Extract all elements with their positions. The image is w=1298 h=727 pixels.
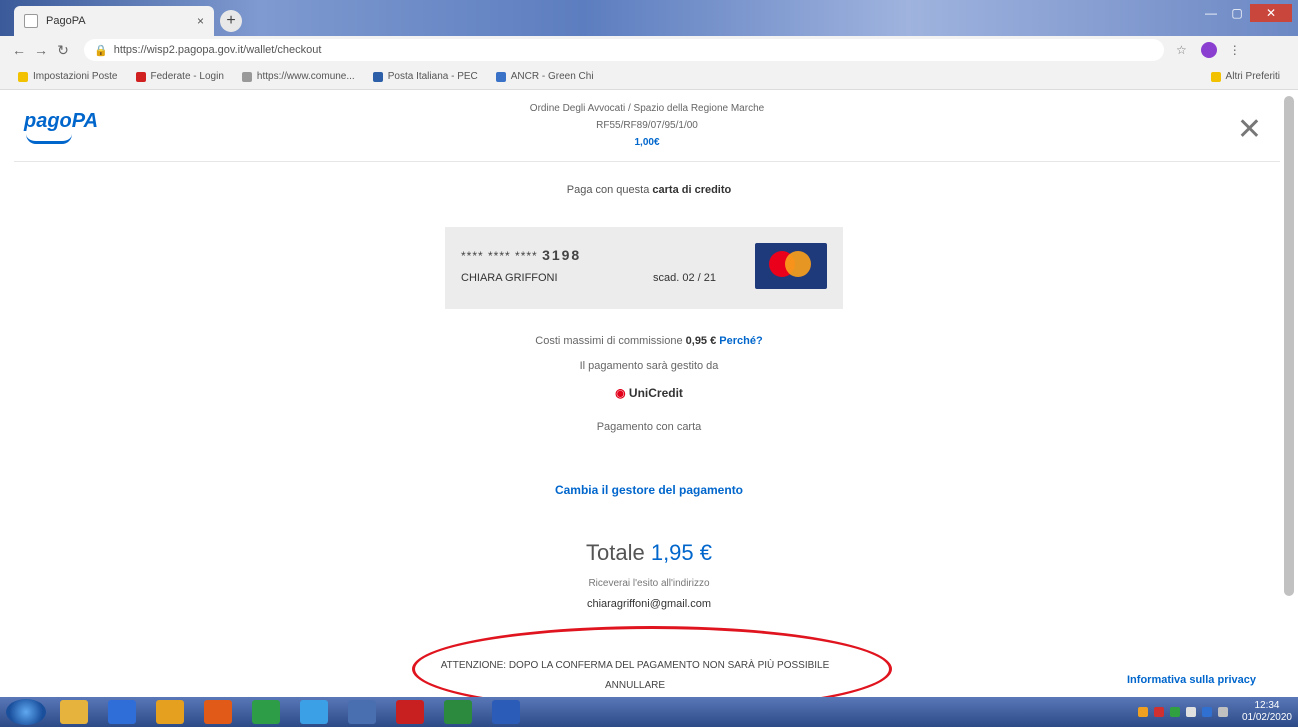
folder-icon[interactable] xyxy=(156,700,184,724)
privacy-link[interactable]: Informativa sulla privacy xyxy=(1127,674,1256,686)
reload-icon[interactable]: ↻ xyxy=(52,42,74,59)
bookmark-favicon-icon xyxy=(18,71,28,82)
tray-icon[interactable] xyxy=(1169,707,1180,717)
system-tray: 12:34 01/02/2020 xyxy=(1132,700,1292,724)
browser-tab[interactable]: PagoPA × xyxy=(14,6,214,36)
bookmark-item[interactable]: Impostazioni Poste xyxy=(18,71,118,82)
mastercard-yellow-circle xyxy=(785,251,811,277)
browser-toolbar: ← → ↻ 🔒 https://wisp2.pagopa.gov.it/wall… xyxy=(0,36,1298,64)
card-holder: CHIARA GRIFFONI xyxy=(461,272,558,284)
pay-with-prefix: Paga con questa xyxy=(566,184,650,196)
payment-method-text: Pagamento con carta xyxy=(596,421,702,433)
window-close-icon[interactable]: ✕ xyxy=(1250,4,1292,22)
other-bookmarks-label: Altri Preferiti xyxy=(1225,71,1280,82)
start-button[interactable] xyxy=(6,699,46,725)
volume-icon[interactable] xyxy=(1217,707,1228,717)
total-label: Totale xyxy=(585,540,645,565)
card-number: **** **** **** 3198 xyxy=(461,247,581,263)
bookmark-label: https://www.comune... xyxy=(256,71,355,82)
commission-value: 0,95 € xyxy=(685,335,717,347)
forward-arrow-icon[interactable]: → xyxy=(30,42,52,58)
page-favicon-icon xyxy=(24,14,38,28)
total-amount: 1,95 € xyxy=(650,540,712,565)
mastercard-icon xyxy=(755,243,827,289)
windows-taskbar: 12:34 01/02/2020 xyxy=(0,697,1298,727)
why-link[interactable]: Perché? xyxy=(719,335,762,347)
change-manager-link[interactable]: Cambia il gestore del pagamento xyxy=(0,483,1298,497)
commission-label: Costi massimi di commissione xyxy=(535,335,683,347)
pay-with-method: carta di credito xyxy=(652,184,732,196)
firefox-icon[interactable] xyxy=(204,700,232,724)
bookmark-item[interactable]: https://www.comune... xyxy=(241,71,355,82)
tray-icon[interactable] xyxy=(1153,707,1164,717)
bookmark-favicon-icon xyxy=(495,71,506,82)
network-icon[interactable] xyxy=(348,700,376,724)
receipt-label: Riceverai l'esito all'indirizzo xyxy=(588,578,710,589)
card-expiry: scad. 02 / 21 xyxy=(653,272,716,284)
bookmark-item[interactable]: ANCR - Green Chi xyxy=(495,71,594,82)
maximize-icon[interactable]: ▢ xyxy=(1224,4,1250,22)
bookmark-favicon-icon xyxy=(135,71,146,82)
minimize-icon[interactable]: — xyxy=(1198,4,1224,22)
folder-icon xyxy=(1210,71,1221,82)
bookmark-item[interactable]: Federate - Login xyxy=(135,71,224,82)
tab-close-icon[interactable]: × xyxy=(197,14,204,28)
payment-reference: RF55/RF89/07/95/1/00 xyxy=(596,120,698,131)
pdf-icon[interactable] xyxy=(396,700,424,724)
bookmark-label: Federate - Login xyxy=(150,71,224,82)
back-arrow-icon[interactable]: ← xyxy=(8,42,30,58)
bookmark-label: Posta Italiana - PEC xyxy=(387,71,478,82)
bookmark-item[interactable]: Posta Italiana - PEC xyxy=(372,71,478,82)
browser-menu-icon[interactable]: ⋮ xyxy=(1229,43,1241,57)
bookmark-star-icon[interactable]: ☆ xyxy=(1176,43,1187,57)
word-icon[interactable] xyxy=(492,700,520,724)
profile-avatar[interactable] xyxy=(1200,42,1217,58)
bookmarks-bar: Impostazioni Poste Federate - Login http… xyxy=(0,64,1298,90)
card-last4: 3198 xyxy=(542,247,582,263)
merchant-name: Ordine Degli Avvocati / Spazio della Reg… xyxy=(529,103,765,114)
tray-icon[interactable] xyxy=(1137,707,1148,717)
psp-name: UniCredit xyxy=(628,386,683,400)
tray-icon[interactable] xyxy=(1185,707,1196,717)
close-icon[interactable]: ✕ xyxy=(1237,112,1262,147)
url-text: https://wisp2.pagopa.gov.it/wallet/check… xyxy=(113,44,322,56)
pay-with-text: Paga con questa carta di credito xyxy=(0,184,1298,196)
unicredit-icon: ◉ xyxy=(615,386,626,400)
media-icon[interactable] xyxy=(108,700,136,724)
credit-card[interactable]: **** **** **** 3198 CHIARA GRIFFONI scad… xyxy=(445,227,843,309)
bookmark-label: ANCR - Green Chi xyxy=(510,71,594,82)
bookmark-favicon-icon xyxy=(372,71,383,82)
lock-icon: 🔒 xyxy=(94,44,108,57)
clock-time: 12:34 xyxy=(1254,700,1280,711)
total-row: Totale 1,95 € xyxy=(0,540,1298,566)
managed-by-text: Il pagamento sarà gestito da xyxy=(579,360,719,372)
bookmark-favicon-icon xyxy=(241,71,252,82)
receipt-email: chiaragriffoni@gmail.com xyxy=(586,598,712,610)
system-clock[interactable]: 12:34 01/02/2020 xyxy=(1242,700,1292,724)
window-controls: — ▢ ✕ xyxy=(1198,4,1292,22)
payment-amount: 1,00€ xyxy=(634,137,660,148)
psp-logo: ◉ UniCredit xyxy=(0,386,1298,400)
commission-info: Costi massimi di commissione 0,95 € Perc… xyxy=(0,335,1298,347)
tray-icon[interactable] xyxy=(1201,707,1212,717)
clock-date: 01/02/2020 xyxy=(1241,712,1292,723)
payment-summary: Ordine Degli Avvocati / Spazio della Reg… xyxy=(14,100,1280,151)
explorer-icon[interactable] xyxy=(60,700,88,724)
ie-icon[interactable] xyxy=(300,700,328,724)
address-bar[interactable]: 🔒 https://wisp2.pagopa.gov.it/wallet/che… xyxy=(84,39,1164,61)
other-bookmarks-folder[interactable]: Altri Preferiti xyxy=(1210,71,1280,82)
card-mask: **** **** **** xyxy=(461,249,538,263)
payment-header: pagoPA Ordine Degli Avvocati / Spazio de… xyxy=(14,92,1280,162)
tab-title: PagoPA xyxy=(46,15,86,27)
excel-icon[interactable] xyxy=(444,700,472,724)
browser-tab-bar: PagoPA × + — ▢ ✕ xyxy=(0,0,1298,36)
bookmark-label: Impostazioni Poste xyxy=(33,71,118,82)
chrome-icon[interactable] xyxy=(252,700,280,724)
new-tab-button[interactable]: + xyxy=(220,10,242,32)
